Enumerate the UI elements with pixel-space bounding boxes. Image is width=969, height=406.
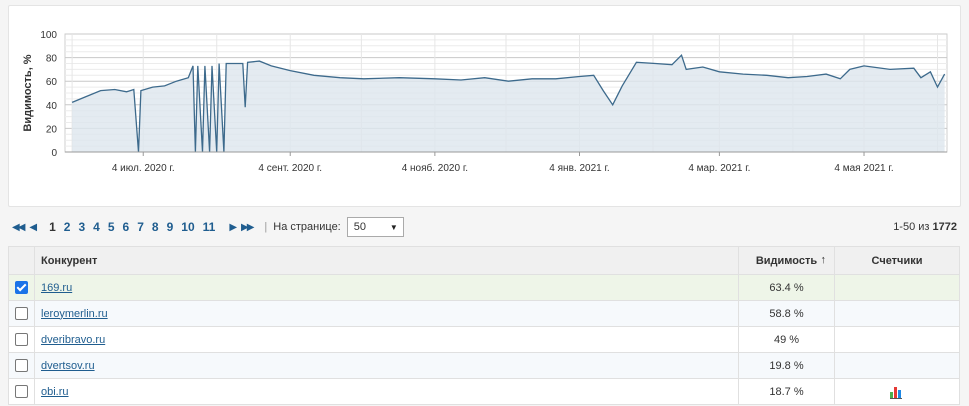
bar-chart-icon[interactable] (890, 385, 904, 399)
page-link-5[interactable]: 5 (108, 220, 115, 234)
x-tick-label: 4 мая 2021 г. (834, 163, 893, 174)
sort-asc-icon: ↑ (820, 254, 827, 266)
first-page-icon[interactable]: ◀◀ (12, 222, 25, 233)
competitor-link[interactable]: dveribravo.ru (41, 334, 105, 346)
row-checkbox-checked[interactable] (15, 281, 28, 294)
x-tick-label: 4 янв. 2021 г. (549, 163, 609, 174)
counters-cell (834, 352, 960, 379)
visibility-value: 19.8 % (738, 352, 835, 379)
visibility-value: 58.8 % (738, 300, 835, 327)
page-link-4[interactable]: 4 (93, 220, 100, 234)
x-tick-label: 4 мар. 2021 г. (688, 163, 750, 174)
page-link-6[interactable]: 6 (123, 220, 130, 234)
results-count: 1-50 из 1772 (893, 221, 957, 233)
select-column-header (8, 246, 35, 275)
page-link-10[interactable]: 10 (181, 220, 194, 234)
page-link-1[interactable]: 1 (49, 220, 56, 234)
y-tick-label: 80 (46, 54, 58, 65)
y-tick-label: 0 (51, 148, 57, 159)
x-tick-label: 4 июл. 2020 г. (112, 163, 175, 174)
per-page-select[interactable]: 50 ▼ (346, 217, 404, 237)
page-link-8[interactable]: 8 (152, 220, 159, 234)
table-header: Конкурент Видимость ↑ Счетчики (8, 246, 960, 275)
page-link-9[interactable]: 9 (167, 220, 174, 234)
competitor-link[interactable]: dvertsov.ru (41, 360, 95, 372)
page-link-3[interactable]: 3 (78, 220, 85, 234)
counters-cell (834, 300, 960, 327)
counters-cell (834, 326, 960, 353)
visibility-chart: 100 80 60 40 20 0 Видимость, % 4 июл. 2020 г. 4 … (8, 5, 961, 207)
table-row: dveribravo.ru 49 % (8, 326, 960, 353)
chevron-down-icon: ▼ (389, 222, 398, 232)
table-row: dvertsov.ru 19.8 % (8, 352, 960, 379)
y-tick-label: 100 (40, 30, 57, 41)
y-tick-label: 40 (46, 101, 58, 112)
row-checkbox[interactable] (15, 307, 28, 320)
visibility-value: 18.7 % (738, 378, 835, 405)
pagination-bar: ◀◀ ◀ 1 2 3 4 5 6 7 8 9 10 11 ▶ ▶▶ | На с… (12, 216, 957, 238)
competitors-table: Конкурент Видимость ↑ Счетчики 169.ru 63.… (8, 246, 960, 405)
per-page-value: 50 (353, 221, 366, 233)
per-page-label: На странице: (273, 221, 341, 233)
competitor-column-header[interactable]: Конкурент (34, 246, 739, 275)
visibility-column-header[interactable]: Видимость ↑ (738, 246, 835, 275)
table-row: obi.ru 18.7 % (8, 378, 960, 405)
next-page-icon[interactable]: ▶ (229, 222, 237, 233)
visibility-value: 49 % (738, 326, 835, 353)
row-checkbox[interactable] (15, 359, 28, 372)
visibility-value: 63.4 % (738, 274, 835, 301)
x-tick-label: 4 сент. 2020 г. (258, 163, 322, 174)
row-checkbox[interactable] (15, 385, 28, 398)
y-axis-label: Видимость, % (22, 54, 34, 131)
row-checkbox[interactable] (15, 333, 28, 346)
competitor-link[interactable]: obi.ru (41, 386, 69, 398)
x-tick-label: 4 нояб. 2020 г. (402, 162, 468, 174)
y-tick-label: 20 (46, 124, 58, 135)
page-link-11[interactable]: 11 (203, 220, 216, 234)
competitor-link[interactable]: 169.ru (41, 282, 72, 294)
last-page-icon[interactable]: ▶▶ (241, 222, 254, 233)
table-row: 169.ru 63.4 % (8, 274, 960, 301)
chart-svg: 100 80 60 40 20 0 Видимость, % 4 июл. 2020 г. 4 … (22, 30, 948, 174)
visibility-header-label: Видимость (755, 254, 818, 267)
table-row: leroymerlin.ru 58.8 % (8, 300, 960, 327)
counters-cell (834, 378, 960, 405)
counters-cell (834, 274, 960, 301)
y-tick-label: 60 (46, 77, 58, 88)
page-link-2[interactable]: 2 (64, 220, 71, 234)
pager-divider: | (264, 221, 268, 233)
results-total: 1772 (932, 221, 957, 233)
counters-column-header: Счетчики (834, 246, 960, 275)
competitor-link[interactable]: leroymerlin.ru (41, 308, 108, 320)
prev-page-icon[interactable]: ◀ (29, 222, 37, 233)
results-range: 1-50 из (893, 221, 930, 233)
page-link-7[interactable]: 7 (137, 220, 144, 234)
